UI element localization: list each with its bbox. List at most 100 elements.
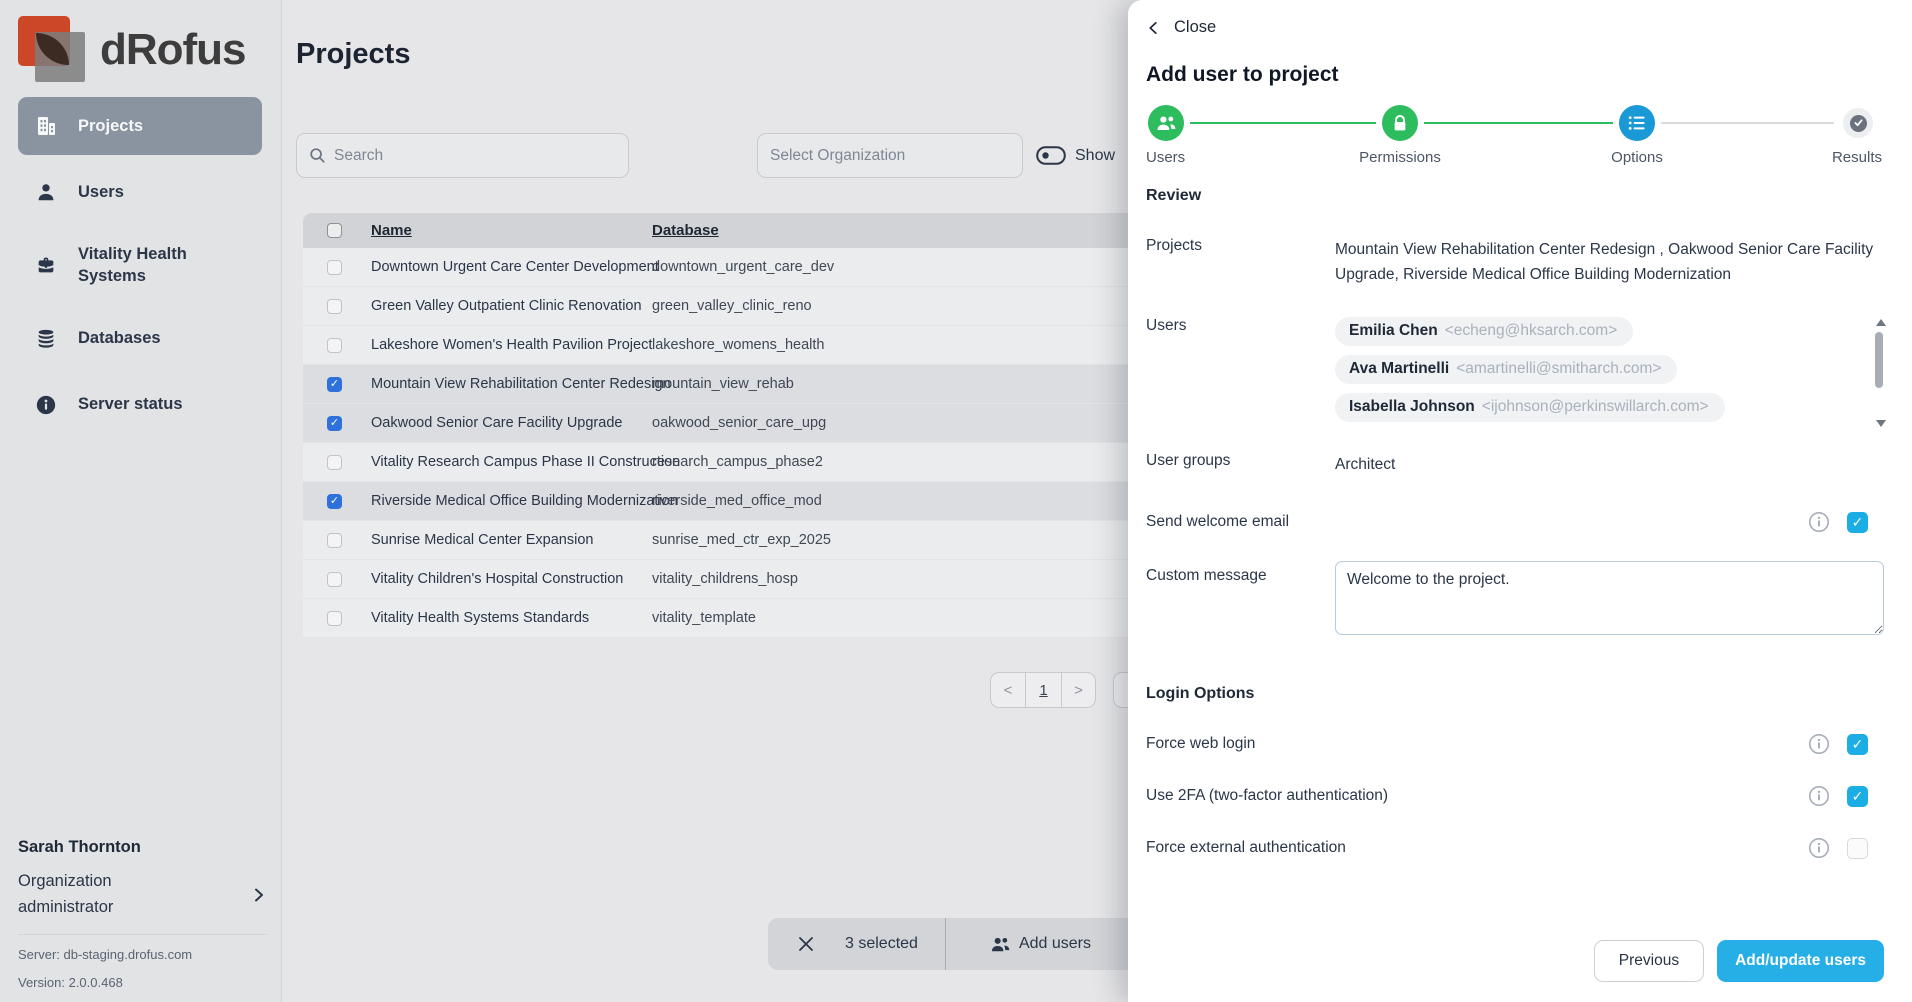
add-users-label: Add users [1019,935,1091,953]
sidebar-item-databases[interactable]: Databases [18,310,262,368]
sidebar-item-label: Databases [78,327,161,349]
add-users-button[interactable]: Add users [991,935,1091,953]
info-icon[interactable] [1808,837,1830,859]
selection-bar-divider [945,918,946,970]
scrollbar-up-button[interactable] [1876,319,1886,326]
drawer-title: Add user to project [1146,63,1884,87]
review-projects-row: Projects Mountain View Rehabilitation Ce… [1146,237,1884,287]
row-checkbox[interactable] [327,455,342,470]
send-welcome-email-row: Send welcome email ✓ [1146,511,1884,533]
row-checkbox[interactable] [327,533,342,548]
previous-button[interactable]: Previous [1594,940,1704,982]
user-groups-label: User groups [1146,452,1335,477]
send-welcome-email-checkbox[interactable]: ✓ [1847,512,1868,533]
step-permissions[interactable] [1382,105,1418,141]
project-database-cell: vitality_childrens_hosp [652,571,1203,587]
projects-label: Projects [1146,237,1335,287]
project-name-cell: Lakeshore Women's Health Pavilion Projec… [371,337,652,353]
custom-message-input[interactable]: Welcome to the project. [1335,561,1884,635]
send-welcome-email-label: Send welcome email [1146,513,1289,531]
user-chip-list: Emilia Chen <echeng@hksarch.com> Ava Mart… [1335,317,1725,422]
select-all-checkbox[interactable] [327,223,342,238]
briefcase-icon [34,254,58,276]
user-name: Sarah Thornton [18,838,267,857]
search-icon [309,147,326,164]
project-name-cell: Oakwood Senior Care Facility Upgrade [371,415,652,431]
table-row[interactable]: ✓Oakwood Senior Care Facility Upgradeoak… [303,404,1203,443]
scrollbar-down-button[interactable] [1876,420,1886,427]
row-checkbox[interactable] [327,299,342,314]
project-database-cell: green_valley_clinic_reno [652,298,1203,314]
login-option-checkbox[interactable]: ✓ [1847,734,1868,755]
server-address: Server: db-staging.drofus.com [18,947,267,962]
user-role-row[interactable]: Organization administrator [18,869,267,920]
sidebar-item-label: Projects [78,115,143,137]
row-checkbox[interactable]: ✓ [327,494,342,509]
column-header-name[interactable]: Name [371,222,412,239]
step-options[interactable] [1619,105,1655,141]
lock-icon [1391,114,1409,133]
users-scrollbar[interactable] [1873,317,1886,429]
row-checkbox[interactable]: ✓ [327,377,342,392]
users-icon [991,936,1010,953]
review-heading: Review [1146,187,1884,205]
sidebar-item-users[interactable]: Users [18,163,262,221]
step-users[interactable] [1148,105,1184,141]
user-icon [34,181,58,203]
show-toggle-label: Show [1075,147,1115,165]
custom-message-label: Custom message [1146,561,1335,585]
show-toggle[interactable]: Show [1036,146,1115,165]
table-row[interactable]: Sunrise Medical Center Expansionsunrise_… [303,521,1203,560]
close-button[interactable]: Close [1146,18,1884,37]
project-database-cell: lakeshore_womens_health [652,337,1203,353]
row-checkbox[interactable] [327,338,342,353]
wizard-stepper: Users Permissions Options Results [1146,105,1884,167]
sidebar-item-label: Vitality Health Systems [78,243,246,288]
drawer-footer: Previous Add/update users [1594,940,1884,982]
table-row[interactable]: Vitality Health Systems Standardsvitalit… [303,599,1203,638]
sidebar: dRofus Projects Users Vitality Health Sy… [0,0,282,1002]
row-checkbox[interactable] [327,260,342,275]
search-input[interactable] [334,147,616,165]
table-row[interactable]: Downtown Urgent Care Center Developmentd… [303,248,1203,287]
organization-input[interactable] [770,147,1010,165]
current-page-button[interactable]: 1 [1025,673,1061,707]
table-row[interactable]: ✓Riverside Medical Office Building Moder… [303,482,1203,521]
column-header-database[interactable]: Database [652,222,719,239]
clear-selection-button[interactable] [797,935,815,953]
info-icon[interactable] [1808,785,1830,807]
project-name-cell: Vitality Children's Hospital Constructio… [371,571,652,587]
prev-page-button[interactable]: < [991,673,1025,707]
user-chip[interactable]: Emilia Chen <echeng@hksarch.com> [1335,317,1633,346]
sidebar-item-server-status[interactable]: Server status [18,376,262,434]
table-row[interactable]: Green Valley Outpatient Clinic Renovatio… [303,287,1203,326]
user-chip[interactable]: Ava Martinelli <amartinelli@smitharch.co… [1335,355,1677,384]
add-update-users-button[interactable]: Add/update users [1717,940,1884,982]
project-database-cell: riverside_med_office_mod [652,493,1203,509]
info-icon[interactable] [1808,511,1830,533]
organization-select[interactable] [757,133,1023,178]
row-checkbox[interactable] [327,572,342,587]
table-row[interactable]: Vitality Research Campus Phase II Constr… [303,443,1203,482]
sidebar-item-label: Users [78,181,124,203]
user-chip[interactable]: Isabella Johnson <ijohnson@perkinswillar… [1335,393,1725,422]
scrollbar-thumb[interactable] [1875,332,1883,388]
sidebar-item-organization[interactable]: Vitality Health Systems [18,229,262,302]
table-row[interactable]: Lakeshore Women's Health Pavilion Projec… [303,326,1203,365]
chevron-right-icon [251,887,267,903]
login-option-label: Force web login [1146,735,1255,753]
project-name-cell: Vitality Research Campus Phase II Constr… [371,454,652,470]
info-icon[interactable] [1808,733,1830,755]
user-chip-email: <amartinelli@smitharch.com> [1456,360,1661,378]
step-label-users: Users [1146,149,1185,166]
table-row[interactable]: ✓Mountain View Rehabilitation Center Red… [303,365,1203,404]
login-option-checkbox[interactable] [1847,838,1868,859]
next-page-button[interactable]: > [1061,673,1095,707]
row-checkbox[interactable] [327,611,342,626]
table-row[interactable]: Vitality Children's Hospital Constructio… [303,560,1203,599]
step-label-results: Results [1832,149,1882,166]
login-option-row: Force web login ✓ [1146,733,1884,755]
sidebar-item-projects[interactable]: Projects [18,97,262,155]
login-option-checkbox[interactable]: ✓ [1847,786,1868,807]
row-checkbox[interactable]: ✓ [327,416,342,431]
